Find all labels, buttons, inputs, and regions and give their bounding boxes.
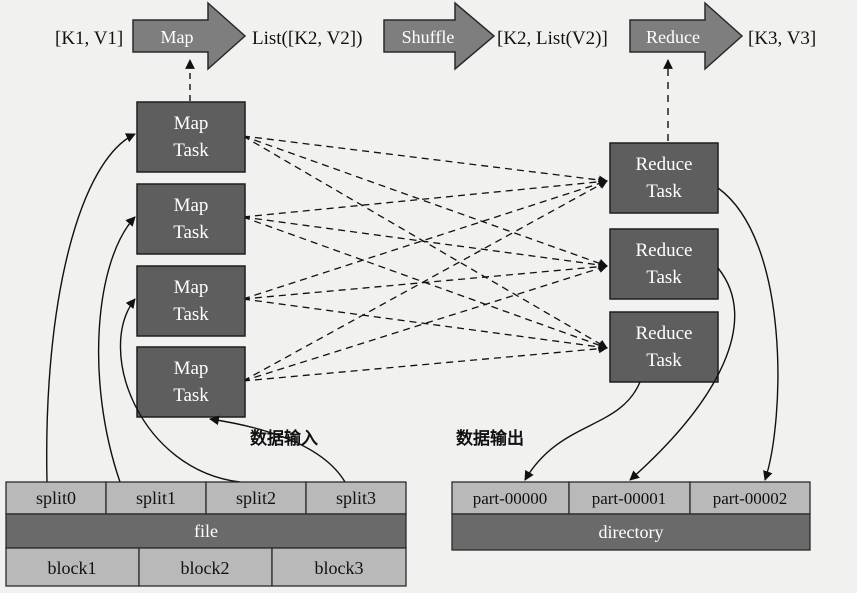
- file-label: file: [194, 521, 218, 541]
- reduce-task-1: Reduce Task: [609, 142, 719, 214]
- map-task-1: Map Task: [136, 101, 246, 173]
- part-label: part-00001: [592, 489, 667, 508]
- data-output-caption: 数据输出: [456, 428, 524, 449]
- split-label: split2: [236, 488, 276, 508]
- k3v3-label: [K3, V3]: [748, 28, 816, 49]
- shuffle-arrow-label: Shuffle: [402, 27, 455, 47]
- block-label: block3: [315, 558, 364, 578]
- shuffle-connections: [242, 135, 608, 382]
- reduce-task-2: Reduce Task: [609, 228, 719, 300]
- mapreduce-diagram: [K1, V1] Map List([K2, V2]) Shuffle [K2,…: [0, 0, 857, 593]
- split-label: split3: [336, 488, 376, 508]
- reduce-task-label-line2: Task: [646, 267, 682, 288]
- reduce-task-label-line1: Reduce: [636, 323, 693, 344]
- map-task-label-line2: Task: [173, 222, 209, 243]
- data-input-caption: 数据输入: [250, 428, 318, 449]
- map-task-2: Map Task: [136, 183, 246, 255]
- map-arrow-label: Map: [161, 27, 194, 47]
- part-label: part-00000: [473, 489, 548, 508]
- map-task-label-line1: Map: [174, 195, 209, 216]
- reduce-task-label-line1: Reduce: [636, 240, 693, 261]
- reduce-arrow: Reduce: [629, 1, 744, 71]
- k1v1-label: [K1, V1]: [55, 28, 123, 49]
- map-arrow: Map: [132, 1, 247, 71]
- block-label: block2: [181, 558, 230, 578]
- map-task-3: Map Task: [136, 265, 246, 337]
- map-task-label-line1: Map: [174, 277, 209, 298]
- split-label: split0: [36, 488, 76, 508]
- reduce-task-3: Reduce Task: [609, 311, 719, 383]
- map-task-4: Map Task: [136, 346, 246, 418]
- reduce-task-label-line1: Reduce: [636, 154, 693, 175]
- reduce-arrow-label: Reduce: [646, 27, 700, 47]
- shuffle-arrow: Shuffle: [383, 1, 496, 71]
- map-task-label-line2: Task: [173, 140, 209, 161]
- directory-label: directory: [599, 522, 664, 542]
- k2-list-v2-label: [K2, List(V2)]: [497, 28, 608, 49]
- split-label: split1: [136, 488, 176, 508]
- part-label: part-00002: [713, 489, 788, 508]
- map-task-label-line1: Map: [174, 113, 209, 134]
- reduce-task-label-line2: Task: [646, 350, 682, 371]
- block-label: block1: [48, 558, 97, 578]
- map-task-label-line2: Task: [173, 385, 209, 406]
- reduce-task-label-line2: Task: [646, 181, 682, 202]
- map-task-label-line1: Map: [174, 358, 209, 379]
- map-task-label-line2: Task: [173, 304, 209, 325]
- list-k2v2-label: List([K2, V2]): [252, 28, 362, 49]
